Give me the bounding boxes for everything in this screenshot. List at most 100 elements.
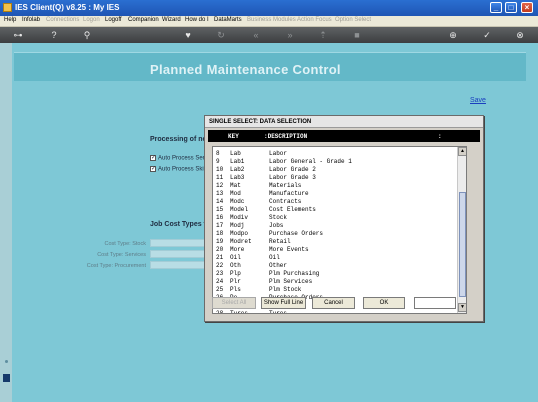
refresh-icon[interactable]: ↻	[216, 30, 226, 40]
menu-wizard[interactable]: Wizard	[162, 17, 181, 23]
row-description: Manufacture	[269, 190, 309, 197]
cancel-button[interactable]: Cancel	[312, 297, 355, 309]
menu-help[interactable]: Help	[4, 17, 16, 23]
list-item[interactable]: 19 Modret Retail	[213, 237, 457, 245]
menu-datamarts[interactable]: DataMarts	[214, 17, 242, 23]
menu-business-modules[interactable]: Business Modules	[247, 17, 296, 23]
list-scrollbar[interactable]: ▲ ▼	[457, 147, 466, 313]
stop-icon[interactable]: ■	[352, 30, 362, 40]
menu-option-select[interactable]: Option Select	[335, 17, 371, 23]
row-number: 10	[216, 166, 224, 173]
close-icon[interactable]: ⊗	[515, 30, 525, 40]
list-item[interactable]: 15 Model Cost Elements	[213, 205, 457, 213]
row-key: Oth	[230, 262, 241, 269]
key-icon[interactable]: ⊶	[8, 30, 28, 40]
row-key: Lab2	[230, 166, 245, 173]
list-item[interactable]: 9 Lab1 Labor General - Grade 1	[213, 157, 457, 165]
row-description: Labor Grade 3	[269, 174, 316, 181]
add-icon[interactable]: ⊕	[448, 30, 458, 40]
row-number: 11	[216, 174, 224, 181]
row-description: More Events	[269, 246, 309, 253]
data-selection-dialog: SINGLE SELECT: DATA SELECTION KEY :DESCR…	[204, 115, 484, 322]
list-item[interactable]: 22 Oth Other	[213, 261, 457, 269]
cost-type-services-label: Cost Type: Services	[97, 252, 146, 258]
save-link[interactable]: Save	[470, 97, 486, 104]
column-key: KEY	[228, 133, 239, 140]
maximize-button[interactable]: □	[505, 2, 517, 13]
menu-infolab[interactable]: Infolab	[22, 17, 40, 23]
row-key: Plr	[230, 278, 241, 285]
row-number: 23	[216, 270, 224, 277]
forward-icon[interactable]: »	[285, 30, 295, 40]
list-item[interactable]: 14 Modc Contracts	[213, 197, 457, 205]
list-item[interactable]: 23 Plp Plm Purchasing	[213, 269, 457, 277]
auto-process-skill-label: Auto Process Skill	[158, 166, 207, 173]
menu-logon[interactable]: Logon	[83, 17, 100, 23]
cost-type-services-field[interactable]	[150, 250, 206, 258]
row-number: 19	[216, 238, 224, 245]
ok-icon[interactable]: ✓	[482, 30, 492, 40]
list-item[interactable]: 28 Tyres Tyres	[213, 309, 457, 314]
list-item[interactable]: 18 Modpo Purchase Orders	[213, 229, 457, 237]
cost-type-stock-field[interactable]	[150, 239, 206, 247]
row-key: Tyres	[230, 310, 249, 314]
list-item[interactable]: 8 Lab Labor	[213, 149, 457, 157]
rewind-icon[interactable]: «	[251, 30, 261, 40]
row-description: Plm Services	[269, 278, 313, 285]
row-key: Modiv	[230, 214, 249, 221]
menu-how-do-i[interactable]: How do I	[185, 17, 209, 23]
list-item[interactable]: 10 Lab2 Labor Grade 2	[213, 165, 457, 173]
toolbar: ⊶ ? ⚲ ♥ ↻ « » ⇡ ■ ⊕ ✓ ⊗	[0, 27, 538, 43]
row-description: Labor	[269, 150, 288, 157]
auto-process-skill-row[interactable]: ✓ Auto Process Skill	[150, 166, 206, 173]
page-title: Planned Maintenance Control	[150, 62, 341, 77]
row-number: 14	[216, 198, 224, 205]
menu-logoff[interactable]: Logoff	[105, 17, 122, 23]
help-icon[interactable]: ?	[49, 30, 59, 40]
auto-process-services-checkbox[interactable]: ✓	[150, 155, 156, 161]
row-key: Lab	[230, 150, 241, 157]
list-item[interactable]: 21 Oil Oil	[213, 253, 457, 261]
row-description: Jobs	[269, 222, 284, 229]
auto-process-services-row[interactable]: ✓ Auto Process Serv	[150, 155, 208, 162]
list-item[interactable]: 16 Modiv Stock	[213, 213, 457, 221]
column-description: :DESCRIPTION	[264, 133, 308, 140]
row-number: 21	[216, 254, 224, 261]
sidebar-marker[interactable]	[3, 374, 10, 382]
menu-companion[interactable]: Companion	[128, 17, 159, 23]
export-icon[interactable]: ⇡	[318, 30, 328, 40]
list-item[interactable]: 11 Lab3 Labor Grade 3	[213, 173, 457, 181]
auto-process-skill-checkbox[interactable]: ✓	[150, 166, 156, 172]
column-end: :	[438, 133, 442, 140]
dialog-title: SINGLE SELECT: DATA SELECTION	[209, 119, 312, 125]
list-item[interactable]: 24 Plr Plm Services	[213, 277, 457, 285]
row-description: Retail	[269, 238, 291, 245]
list-item[interactable]: 17 Modj Jobs	[213, 221, 457, 229]
selection-list[interactable]: 28TyresTyres27RechRe-charge26PoPurchase …	[212, 146, 467, 314]
dialog-search-input[interactable]	[414, 297, 456, 309]
close-button[interactable]: ×	[521, 2, 533, 13]
menu-action-focus[interactable]: Action Focus	[297, 17, 332, 23]
list-item[interactable]: 25 Pls Plm Stock	[213, 285, 457, 293]
row-key: Lab3	[230, 174, 245, 181]
show-full-line-button[interactable]: Show Full Line	[261, 297, 306, 309]
cost-type-procurement-label: Cost Type: Procurement	[86, 263, 146, 269]
search-icon[interactable]: ⚲	[82, 30, 92, 40]
select-all-button[interactable]: Select All	[212, 297, 256, 309]
menu-connections[interactable]: Connections	[46, 17, 79, 23]
row-key: Lab1	[230, 158, 245, 165]
ok-button[interactable]: OK	[363, 297, 405, 309]
list-item[interactable]: 12 Mat Materials	[213, 181, 457, 189]
list-item[interactable]: 20 More More Events	[213, 245, 457, 253]
row-number: 28	[216, 310, 224, 314]
minimize-button[interactable]: _	[490, 2, 502, 13]
row-key: Pls	[230, 286, 241, 293]
row-description: Plm Stock	[269, 286, 302, 293]
scroll-thumb[interactable]	[459, 192, 466, 297]
row-key: Oil	[230, 254, 241, 261]
list-item[interactable]: 13 Mod Manufacture	[213, 189, 457, 197]
cost-type-procurement-field[interactable]	[150, 261, 206, 269]
scroll-down-icon[interactable]: ▼	[458, 303, 466, 312]
scroll-up-icon[interactable]: ▲	[458, 147, 466, 156]
heart-icon[interactable]: ♥	[183, 30, 193, 40]
